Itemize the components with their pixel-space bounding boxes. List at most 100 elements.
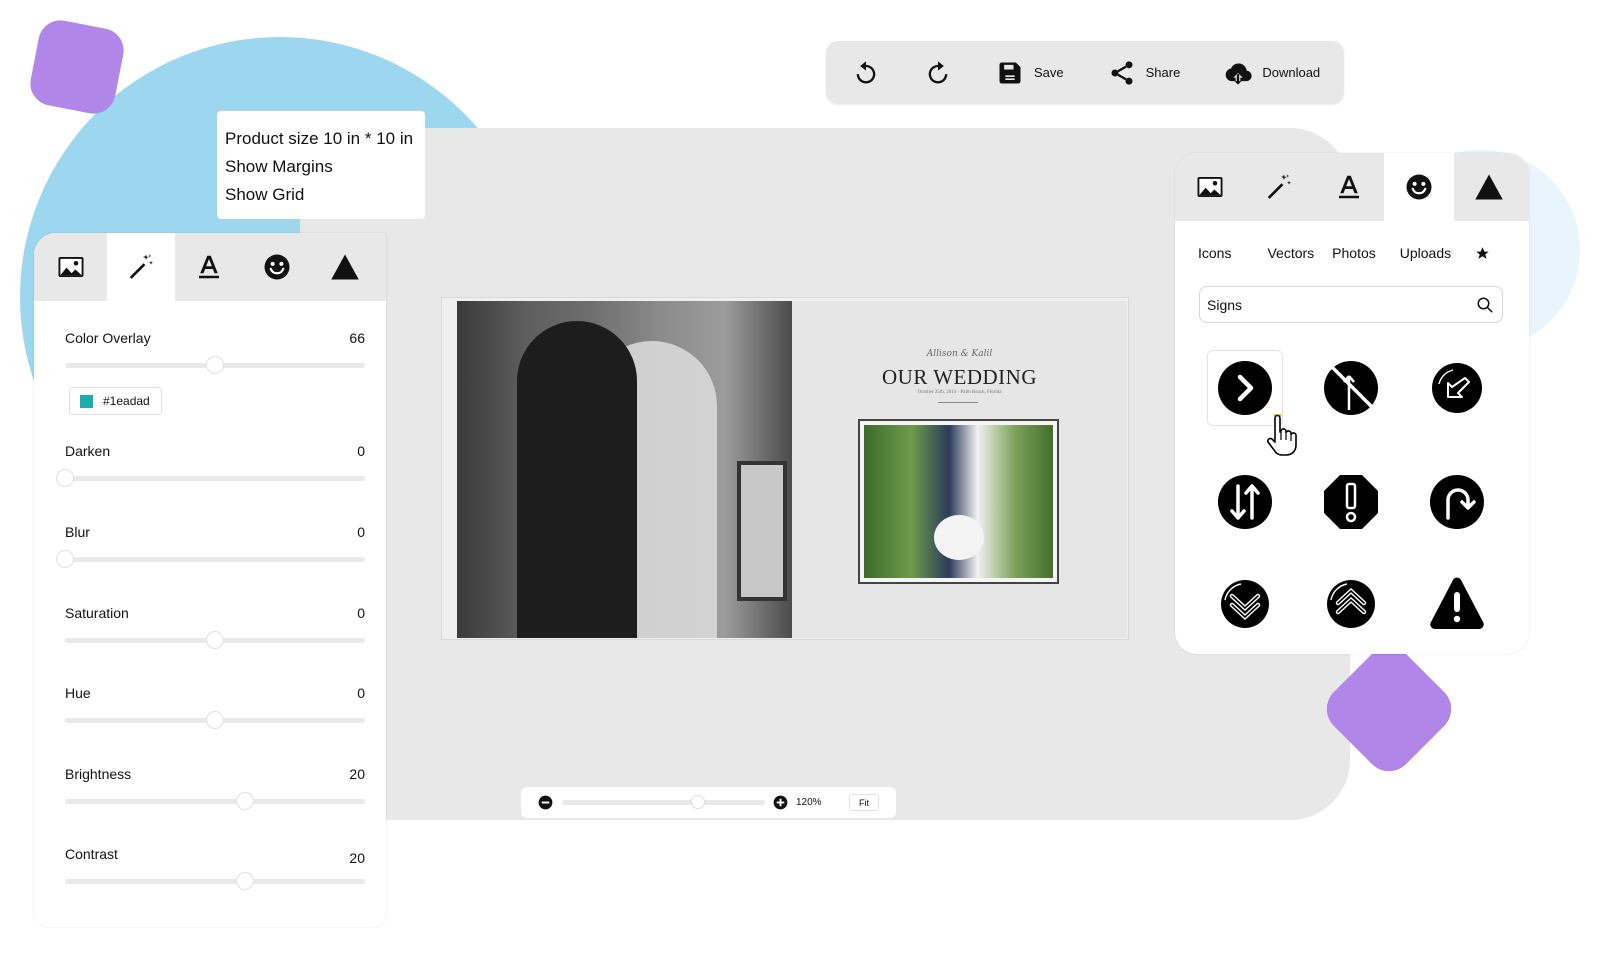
show-margins-item[interactable]: Show Margins [225, 153, 425, 181]
tab-shapes[interactable] [311, 233, 379, 301]
framed-photo[interactable] [858, 419, 1059, 584]
search-input[interactable] [1207, 296, 1476, 313]
undo-icon [856, 60, 876, 83]
zoom-slider[interactable] [562, 795, 765, 809]
adjust-value: 66 [349, 330, 365, 346]
contrast-slider[interactable] [65, 872, 365, 890]
share-label: Share [1145, 65, 1181, 80]
color-swatch [80, 394, 93, 408]
adjust-value: 0 [357, 685, 365, 701]
adjust-saturation: Saturation 0 [65, 605, 365, 649]
adjust-value: 0 [357, 443, 365, 459]
adjust-label: Hue [65, 685, 91, 701]
overlay-color-picker[interactable]: #1eadad [69, 387, 162, 415]
wedding-title: OUR WEDDING [881, 365, 1037, 389]
icon-double-chevron-down-circle[interactable] [1207, 566, 1283, 642]
zoom-value: 120% [796, 797, 822, 808]
tab-text[interactable] [175, 233, 243, 301]
darken-slider[interactable] [56, 469, 365, 487]
slider-thumb[interactable] [56, 469, 74, 487]
star-icon[interactable] [1475, 246, 1490, 261]
save-button[interactable]: Save [996, 59, 1064, 87]
adjust-label: Contrast [65, 846, 118, 862]
left-panel-tabs [34, 233, 386, 301]
blur-slider[interactable] [56, 550, 365, 568]
couple-photo [864, 425, 1053, 578]
adjust-label: Saturation [65, 605, 129, 621]
icon-double-chevron-up-circle[interactable] [1313, 566, 1389, 642]
cloud-download-icon [1226, 62, 1252, 85]
tab-image[interactable] [1175, 153, 1244, 221]
tab-shapes[interactable] [1454, 153, 1524, 221]
adjust-brightness: Brightness 20 [65, 766, 365, 810]
adjust-label: Color Overlay [65, 330, 151, 346]
zoom-in-icon[interactable] [773, 795, 788, 810]
tab-image[interactable] [34, 233, 107, 301]
zoom-out-icon[interactable] [538, 795, 553, 810]
color-overlay-slider[interactable] [65, 356, 365, 374]
subtab-vectors[interactable]: Vectors [1267, 245, 1314, 261]
redo-button[interactable] [924, 59, 952, 87]
icon-arrow-down-left-circle[interactable] [1419, 350, 1495, 426]
subtab-photos[interactable]: Photos [1332, 245, 1376, 261]
wedding-date: October 25th, 2014 · Palm Beach, Florida [917, 390, 1002, 395]
zoom-control: 120% Fit [521, 787, 896, 818]
search-icon[interactable] [1476, 296, 1494, 314]
saturation-slider[interactable] [65, 631, 365, 649]
icon-no-straight-ahead[interactable] [1313, 350, 1389, 426]
photo-book-spread[interactable]: Allison & Kalil OUR WEDDING October 25th… [441, 297, 1129, 640]
asset-subtabs: Icons Vectors Photos Uploads [1198, 245, 1490, 261]
slider-thumb[interactable] [236, 792, 254, 810]
slider-thumb[interactable] [206, 631, 224, 649]
icon-u-turn-right-circle[interactable] [1419, 464, 1495, 540]
left-page-photo[interactable] [457, 301, 792, 638]
tab-effects[interactable] [107, 233, 175, 301]
slider-thumb[interactable] [56, 550, 74, 568]
product-size-item[interactable]: Product size 10 in * 10 in [225, 125, 425, 153]
product-options-menu: Product size 10 in * 10 in Show Margins … [217, 111, 425, 219]
show-grid-item[interactable]: Show Grid [225, 181, 425, 209]
adjust-label: Darken [65, 443, 111, 459]
tab-text[interactable] [1314, 153, 1384, 221]
magic-wand-icon [129, 254, 153, 279]
text-icon [199, 255, 219, 279]
adjust-blur: Blur 0 [56, 524, 365, 568]
top-toolbar: Save Share Download [826, 41, 1344, 104]
tab-stickers[interactable] [243, 233, 311, 301]
fit-button[interactable]: Fit [849, 794, 879, 811]
right-page[interactable]: Allison & Kalil OUR WEDDING October 25th… [792, 301, 1127, 638]
slider-thumb[interactable] [206, 711, 224, 729]
share-button[interactable]: Share [1108, 59, 1181, 87]
two-way-arrows-circle-icon [1218, 475, 1272, 529]
zoom-slider-thumb[interactable] [691, 795, 705, 809]
tab-effects[interactable] [1244, 153, 1314, 221]
icon-warning-triangle[interactable] [1419, 566, 1495, 642]
tab-stickers[interactable] [1384, 153, 1454, 221]
hue-slider[interactable] [65, 711, 365, 729]
photo-groom [517, 321, 637, 638]
double-chevron-down-circle-icon [1221, 580, 1269, 628]
adjust-label: Blur [65, 524, 90, 540]
redo-icon [928, 60, 948, 83]
icon-two-way-arrows-circle[interactable] [1207, 464, 1283, 540]
photo-window [737, 461, 787, 601]
search-field[interactable] [1199, 286, 1503, 323]
decorative-purple-shape [26, 16, 128, 118]
icon-exclamation-octagon[interactable] [1313, 464, 1389, 540]
save-icon [999, 62, 1021, 83]
shape-triangle-icon [1475, 174, 1503, 200]
adjust-darken: Darken 0 [56, 443, 365, 487]
download-button[interactable]: Download [1224, 59, 1320, 87]
double-chevron-up-circle-icon [1327, 580, 1375, 628]
slider-thumb[interactable] [236, 872, 254, 890]
brightness-slider[interactable] [65, 792, 365, 810]
right-panel-tabs [1175, 153, 1529, 221]
subtab-icons[interactable]: Icons [1198, 245, 1231, 261]
undo-button[interactable] [852, 59, 880, 87]
color-hex-label: #1eadad [103, 394, 150, 408]
slider-thumb[interactable] [206, 356, 224, 374]
adjust-hue: Hue 0 [65, 685, 365, 729]
adjust-contrast: Contrast 20 [65, 846, 365, 890]
smiley-icon [1406, 174, 1432, 200]
subtab-uploads[interactable]: Uploads [1400, 245, 1451, 261]
